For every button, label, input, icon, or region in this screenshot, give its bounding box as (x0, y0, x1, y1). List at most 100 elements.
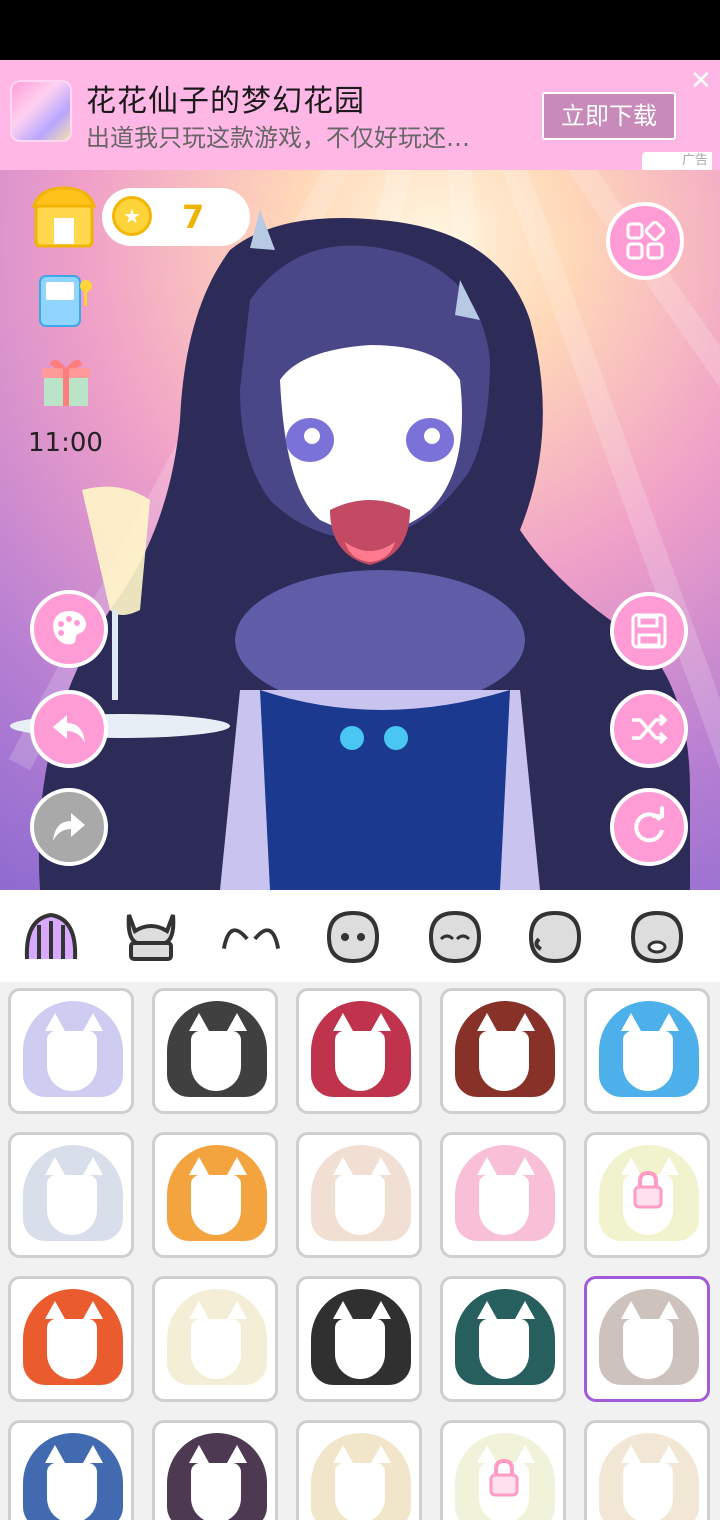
cat-ear-shape (659, 1013, 679, 1031)
face-placeholder (47, 1319, 97, 1379)
face-placeholder (335, 1463, 385, 1520)
undo-icon[interactable] (30, 690, 108, 768)
eyes-category-icon[interactable] (424, 906, 486, 968)
redo-icon[interactable] (30, 788, 108, 866)
cat-ear-shape (227, 1301, 247, 1319)
face-placeholder (479, 1319, 529, 1379)
category-toolbar (0, 890, 720, 982)
gift-icon[interactable] (36, 352, 96, 412)
hair-option-item[interactable] (296, 1276, 422, 1402)
face-placeholder (335, 1319, 385, 1379)
cat-ear-shape (227, 1157, 247, 1175)
ad-subtitle[interactable]: 出道我只玩这款游戏，不仅好玩还… (86, 118, 470, 153)
face-placeholder (191, 1031, 241, 1091)
hair-option-item[interactable] (440, 988, 566, 1114)
grid-menu-icon[interactable] (606, 202, 684, 280)
hair-category-icon[interactable] (20, 906, 82, 968)
cat-ear-shape (189, 1445, 209, 1463)
ad-banner[interactable]: 花花仙子的梦幻花园 出道我只玩这款游戏，不仅好玩还… 立即下载 ✕ 广告 (0, 60, 720, 170)
hair-option-item[interactable] (152, 1420, 278, 1520)
cat-ear-shape (621, 1301, 641, 1319)
cat-ear-shape (333, 1157, 353, 1175)
cat-ear-shape (83, 1445, 103, 1463)
cat-ear-shape (371, 1013, 391, 1031)
hair-item-grid (0, 982, 720, 1520)
cat-ear-shape (227, 1013, 247, 1031)
shuffle-icon[interactable] (610, 690, 688, 768)
cat-ear-shape (83, 1013, 103, 1031)
avatar-character (10, 210, 690, 890)
hair-option-item[interactable] (440, 1420, 566, 1520)
shop-icon[interactable] (31, 184, 97, 250)
cat-ear-shape (45, 1157, 65, 1175)
hair-option-item[interactable] (584, 1276, 710, 1402)
cat-ear-shape (621, 1445, 641, 1463)
face-category-icon[interactable] (322, 906, 384, 968)
cat-ear-shape (659, 1301, 679, 1319)
ad-label: 广告 (642, 152, 712, 170)
hair-option-item[interactable] (8, 1420, 134, 1520)
hair-option-item[interactable] (152, 988, 278, 1114)
hair-option-item[interactable] (584, 1132, 710, 1258)
cat-ear-shape (333, 1013, 353, 1031)
face-placeholder (191, 1175, 241, 1235)
palette-icon[interactable] (30, 590, 108, 668)
ad-title[interactable]: 花花仙子的梦幻花园 (86, 76, 365, 120)
star-coin-icon: ★ (112, 196, 152, 236)
hair-option-item[interactable] (8, 1132, 134, 1258)
face-placeholder (47, 1175, 97, 1235)
cat-ear-shape (371, 1301, 391, 1319)
cat-ear-shape (477, 1157, 497, 1175)
face-placeholder (623, 1031, 673, 1091)
mouth-category-icon[interactable] (626, 906, 688, 968)
gift-timer: 11:00 (28, 428, 103, 458)
cheek-category-icon[interactable] (524, 906, 586, 968)
hair-option-item[interactable] (296, 988, 422, 1114)
cat-ear-shape (189, 1157, 209, 1175)
hair-option-item[interactable] (8, 988, 134, 1114)
horns-category-icon[interactable] (120, 906, 182, 968)
hair-option-item[interactable] (296, 1132, 422, 1258)
face-placeholder (47, 1031, 97, 1091)
cat-ear-shape (477, 1301, 497, 1319)
cat-ear-shape (189, 1301, 209, 1319)
status-bar (0, 0, 720, 60)
face-placeholder (479, 1175, 529, 1235)
hair-option-item[interactable] (440, 1276, 566, 1402)
face-placeholder (335, 1031, 385, 1091)
cat-ear-shape (83, 1157, 103, 1175)
face-placeholder (623, 1463, 673, 1520)
lock-icon (631, 1169, 665, 1209)
ad-close-icon[interactable]: ✕ (690, 68, 712, 94)
reset-icon[interactable] (610, 788, 688, 866)
cat-ear-shape (477, 1013, 497, 1031)
cat-ear-shape (333, 1445, 353, 1463)
face-placeholder (191, 1319, 241, 1379)
hair-option-item[interactable] (440, 1132, 566, 1258)
face-placeholder (191, 1463, 241, 1520)
coin-counter: ★ 7 (102, 188, 250, 246)
cat-ear-shape (333, 1301, 353, 1319)
face-placeholder (479, 1031, 529, 1091)
cat-ear-shape (45, 1445, 65, 1463)
cat-ear-shape (659, 1445, 679, 1463)
game-machine-icon[interactable] (36, 270, 96, 330)
face-placeholder (623, 1319, 673, 1379)
lock-icon (487, 1457, 521, 1497)
hair-option-item[interactable] (8, 1276, 134, 1402)
ad-app-icon[interactable] (10, 80, 72, 142)
cat-ear-shape (515, 1301, 535, 1319)
save-icon[interactable] (610, 592, 688, 670)
cat-ear-shape (515, 1013, 535, 1031)
hair-option-item[interactable] (584, 988, 710, 1114)
cat-ear-shape (371, 1445, 391, 1463)
hair-option-item[interactable] (152, 1276, 278, 1402)
hair-option-item[interactable] (584, 1420, 710, 1520)
ad-download-button[interactable]: 立即下载 (542, 92, 676, 140)
avatar-stage: ★ 7 11:00 (0, 170, 720, 890)
ears-category-icon[interactable] (220, 906, 282, 968)
cat-ear-shape (227, 1445, 247, 1463)
hair-option-item[interactable] (152, 1132, 278, 1258)
hair-option-item[interactable] (296, 1420, 422, 1520)
coin-value: 7 (182, 198, 205, 236)
